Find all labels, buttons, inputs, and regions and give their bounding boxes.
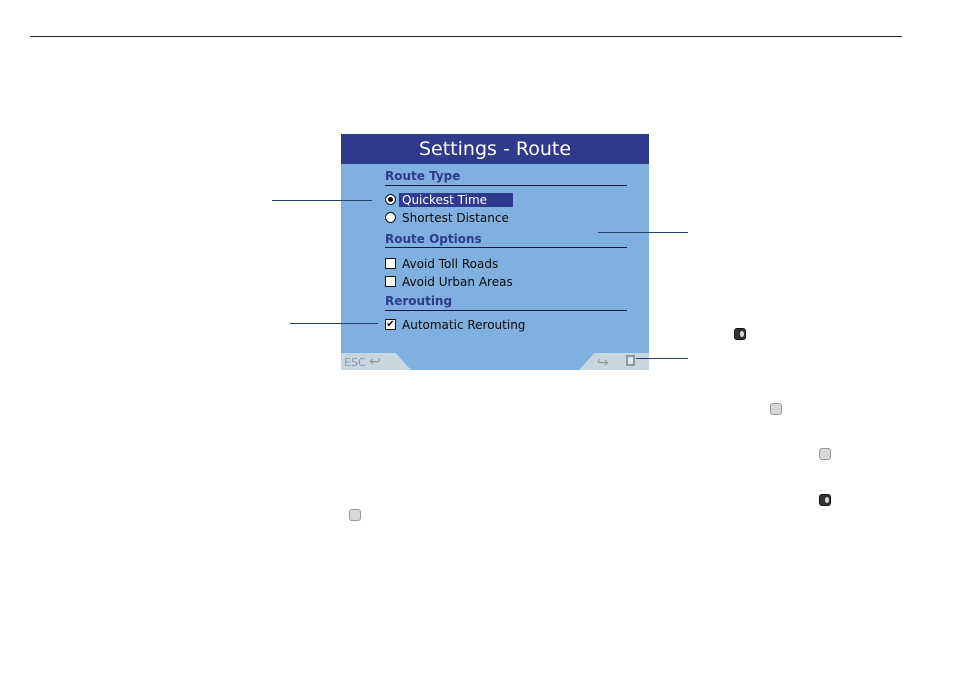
checkbox-avoid-toll-roads[interactable]: Avoid Toll Roads [385,256,498,271]
callout-line-next [636,358,688,359]
section-divider [385,185,627,186]
map-dark-icon [819,494,831,506]
checkbox-checked-icon: ✔ [385,319,396,330]
back-arrow-icon: ↩ [369,354,381,370]
option-label: Avoid Urban Areas [402,274,513,289]
section-route-type: Route Type [385,169,461,183]
radio-shortest-distance[interactable]: Shortest Distance [385,210,509,225]
callout-line-rerouting [290,323,378,324]
forward-arrow-icon: ↪ [597,355,609,370]
esc-label: ESC [344,356,366,369]
option-label: Shortest Distance [402,210,509,225]
radio-icon [385,212,396,223]
map-light-icon [770,403,782,415]
option-label: Quickest Time [399,192,514,207]
callout-line-route-type [272,200,372,201]
checkbox-avoid-urban-areas[interactable]: Avoid Urban Areas [385,274,513,289]
page-icon [626,355,635,366]
option-label: Avoid Toll Roads [402,256,499,271]
screen-title: Settings - Route [341,134,649,164]
checkbox-automatic-rerouting[interactable]: ✔ Automatic Rerouting [385,317,525,332]
radio-selected-icon [385,194,396,205]
radio-quickest-time[interactable]: Quickest Time [385,192,514,207]
option-label: Automatic Rerouting [402,317,526,332]
section-route-options: Route Options [385,232,482,246]
esc-button[interactable]: ESC ↩ [341,353,411,370]
next-button[interactable]: ↪ [579,353,649,370]
checkbox-icon [385,258,396,269]
section-rerouting: Rerouting [385,294,453,308]
map-light-icon [819,448,831,460]
checkbox-icon [385,276,396,287]
map-light-icon [349,509,361,521]
settings-route-screen: Settings - Route Route Type Quickest Tim… [341,134,649,370]
section-divider [385,247,627,248]
section-divider [385,310,627,311]
map-dark-icon [734,328,746,340]
header-rule [30,36,902,37]
callout-line-screen [598,232,688,233]
